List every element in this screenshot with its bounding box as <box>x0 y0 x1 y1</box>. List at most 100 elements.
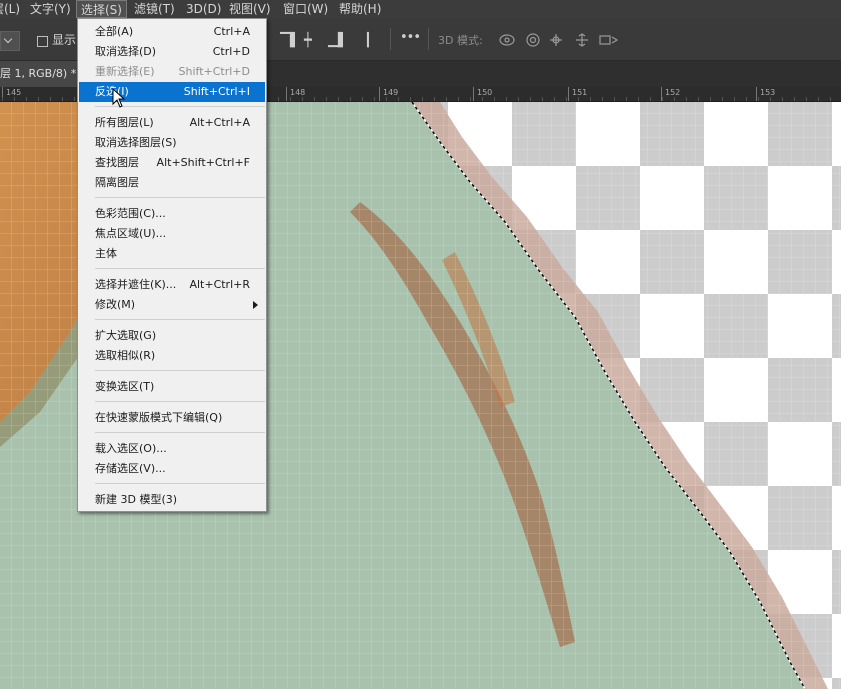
menu-item-grow[interactable]: 扩大选取(G) <box>79 326 265 346</box>
ruler-minor-tick <box>62 97 63 101</box>
ruler-minor-tick <box>686 97 687 101</box>
menu-item-modify[interactable]: 修改(M) <box>79 295 265 315</box>
distribute-icon[interactable]: ┃ <box>364 33 372 48</box>
ruler-minor-tick <box>278 97 279 101</box>
ruler-minor-tick <box>422 97 423 101</box>
ruler-tick: 150 <box>473 87 492 101</box>
menu-item-load-selection[interactable]: 载入选区(O)... <box>79 439 265 459</box>
ruler-minor-tick <box>374 97 375 101</box>
ruler-minor-tick <box>830 97 831 101</box>
menu-help[interactable]: 帮助(H) <box>339 0 381 18</box>
menu-3d[interactable]: 3D(D) <box>186 0 221 18</box>
ruler-minor-tick <box>326 97 327 101</box>
3d-roll-icon <box>526 33 540 47</box>
menu-separator <box>95 268 265 269</box>
ruler-minor-tick <box>398 97 399 101</box>
menu-item-quick-mask[interactable]: 在快速蒙版模式下编辑(Q) <box>79 408 265 428</box>
submenu-arrow-icon <box>253 301 258 309</box>
ruler-minor-tick <box>554 97 555 101</box>
ruler-minor-tick <box>626 97 627 101</box>
ruler-minor-tick <box>674 97 675 101</box>
menu-item-inverse[interactable]: 反选(I) Shift+Ctrl+I <box>79 82 265 102</box>
ruler-minor-tick <box>26 97 27 101</box>
menu-item-reselect: 重新选择(E) Shift+Ctrl+D <box>95 65 250 78</box>
menu-type[interactable]: 文字(Y) <box>30 0 71 18</box>
ruler-minor-tick <box>710 97 711 101</box>
menu-layer[interactable]: 层(L) <box>0 0 20 18</box>
ruler-minor-tick <box>50 97 51 101</box>
3d-orbit-icon <box>499 34 515 46</box>
menu-separator <box>95 197 265 198</box>
ruler-minor-tick <box>530 97 531 101</box>
menu-item-all[interactable]: 全部(A) Ctrl+A <box>79 22 265 42</box>
menu-item-isolate-layers[interactable]: 隔离图层 <box>79 173 265 193</box>
align-vcenter-icon[interactable]: ┿ <box>304 33 312 48</box>
ruler-minor-tick <box>494 97 495 101</box>
tool-preset-dropdown[interactable] <box>0 31 20 51</box>
menu-item-deselect[interactable]: 取消选择(D) Ctrl+D <box>79 42 265 62</box>
ruler-minor-tick <box>302 97 303 101</box>
menu-separator <box>95 401 265 402</box>
menu-item-color-range[interactable]: 色彩范围(C)... <box>79 204 265 224</box>
menu-item-focus-area[interactable]: 焦点区域(U)... <box>79 224 265 244</box>
ruler-minor-tick <box>698 97 699 101</box>
ruler-minor-tick <box>782 97 783 101</box>
ruler-tick: 151 <box>568 87 587 101</box>
menu-item-select-and-mask[interactable]: 选择并遮住(K)... Alt+Ctrl+R <box>79 275 265 295</box>
separator <box>390 28 391 50</box>
ruler-minor-tick <box>770 97 771 101</box>
menu-item-find-layers[interactable]: 查找图层 Alt+Shift+Ctrl+F <box>79 153 265 173</box>
menu-item-save-selection[interactable]: 存储选区(V)... <box>79 459 265 479</box>
ruler-minor-tick <box>542 97 543 101</box>
ruler-minor-tick <box>662 97 663 101</box>
ruler-minor-tick <box>338 97 339 101</box>
ruler-minor-tick <box>746 97 747 101</box>
3d-mode-label: 3D 模式: <box>438 34 483 47</box>
ruler-minor-tick <box>722 97 723 101</box>
menu-select[interactable]: 选择(S) <box>76 0 127 18</box>
ruler-minor-tick <box>74 97 75 101</box>
ruler-minor-tick <box>446 97 447 101</box>
ruler-minor-tick <box>470 97 471 101</box>
menu-view[interactable]: 视图(V) <box>229 0 271 18</box>
ruler-minor-tick <box>482 97 483 101</box>
ruler-minor-tick <box>434 97 435 101</box>
menu-separator <box>95 370 265 371</box>
ruler-minor-tick <box>518 97 519 101</box>
menu-item-new-3d-model[interactable]: 新建 3D 模型(3) <box>79 490 265 510</box>
ruler-minor-tick <box>806 97 807 101</box>
show-transform-checkbox[interactable] <box>37 36 48 47</box>
menu-item-transform-selection[interactable]: 变换选区(T) <box>79 377 265 397</box>
menu-filter[interactable]: 滤镜(T) <box>134 0 175 18</box>
menu-window[interactable]: 窗口(W) <box>283 0 328 18</box>
menu-separator <box>95 319 265 320</box>
ruler-minor-tick <box>758 97 759 101</box>
menu-item-all-layers[interactable]: 所有图层(L) Alt+Ctrl+A <box>79 113 265 133</box>
ruler-minor-tick <box>458 97 459 101</box>
menu-item-subject[interactable]: 主体 <box>79 244 265 264</box>
menu-separator <box>95 432 265 433</box>
more-options-icon[interactable]: ••• <box>400 30 421 45</box>
ruler-minor-tick <box>14 97 15 101</box>
menu-bar: 层(L) 文字(Y) 选择(S) 滤镜(T) 3D(D) 视图(V) 窗口(W)… <box>0 0 841 18</box>
3d-tools-group <box>499 33 619 47</box>
menu-item-similar[interactable]: 选取相似(R) <box>79 346 265 366</box>
ruler-minor-tick <box>290 97 291 101</box>
ruler-minor-tick <box>590 97 591 101</box>
ruler-minor-tick <box>602 97 603 101</box>
ruler-minor-tick <box>38 97 39 101</box>
menu-separator <box>95 483 265 484</box>
ruler-minor-tick <box>314 97 315 101</box>
menu-item-deselect-layers[interactable]: 取消选择图层(S) <box>79 133 265 153</box>
align-bottom-icon[interactable]: ▁▌ <box>328 33 348 48</box>
align-top-icon[interactable]: ▔▌ <box>280 33 300 48</box>
3d-pan-icon <box>550 34 562 46</box>
ruler-minor-tick <box>638 97 639 101</box>
document-tab[interactable]: 层 1, RGB/8) * <box>0 61 83 87</box>
ruler-tick: 153 <box>756 87 775 101</box>
ruler-minor-tick <box>506 97 507 101</box>
ruler-minor-tick <box>578 97 579 101</box>
ruler-minor-tick <box>818 97 819 101</box>
show-transform-label: 显示 <box>52 33 77 47</box>
mouse-cursor-icon <box>112 88 126 108</box>
